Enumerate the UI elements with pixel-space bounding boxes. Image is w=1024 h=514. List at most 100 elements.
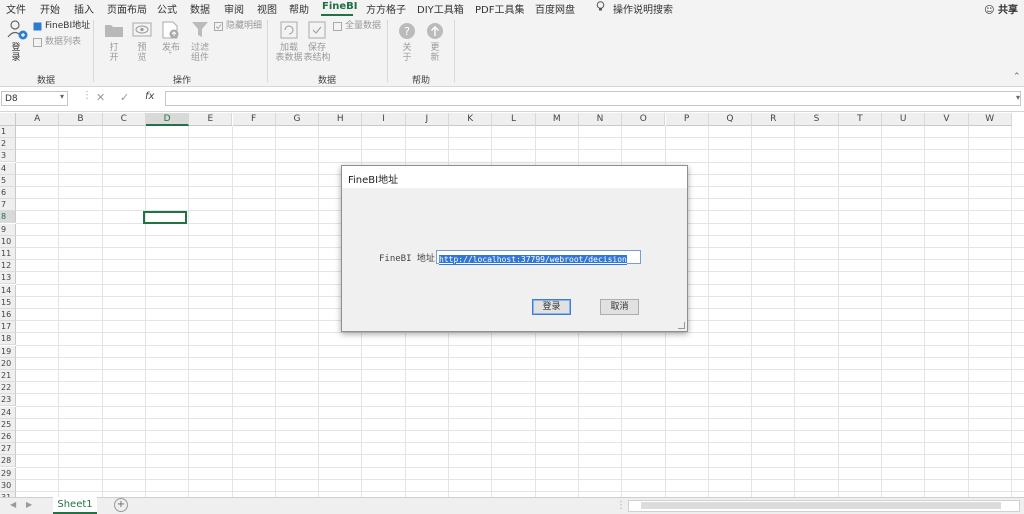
formula-input[interactable] — [165, 91, 1021, 106]
row-header[interactable]: 11 — [0, 248, 16, 260]
column-header[interactable]: Q — [708, 113, 753, 126]
sheet-tab-sheet1[interactable]: Sheet1 — [53, 497, 97, 514]
row-header[interactable]: 1 — [0, 126, 16, 138]
login-button[interactable]: 登 录 — [10, 43, 22, 63]
row-header[interactable]: 15 — [0, 296, 16, 309]
column-header[interactable]: G — [275, 113, 320, 126]
row-header[interactable]: 20 — [0, 357, 16, 370]
column-header[interactable]: S — [795, 113, 839, 126]
share-button[interactable]: ☺ 共享 — [984, 1, 1018, 16]
row-header[interactable]: 25 — [0, 418, 16, 431]
horizontal-scrollbar-thumb[interactable] — [641, 502, 1001, 509]
tab-baidu-netdisk[interactable]: 百度网盘 — [535, 1, 575, 16]
row-header[interactable]: 12 — [0, 260, 16, 273]
tab-diy-toolbox[interactable]: DIY工具箱 — [417, 1, 464, 16]
add-sheet-button[interactable]: + — [114, 498, 128, 512]
column-header[interactable]: U — [882, 113, 926, 126]
column-header[interactable]: D — [145, 113, 190, 126]
insert-function-button[interactable]: fx — [145, 91, 154, 102]
login-button[interactable]: 登录 — [532, 299, 571, 315]
row-header[interactable]: 3 — [0, 150, 16, 163]
row-header[interactable]: 16 — [0, 309, 16, 321]
row-header[interactable]: 22 — [0, 382, 16, 395]
column-header[interactable]: W — [968, 113, 1012, 126]
row-header[interactable]: 29 — [0, 467, 16, 480]
tab-fangfanggezi[interactable]: 方方格子 — [366, 1, 406, 16]
tab-pdf-tools[interactable]: PDF工具集 — [475, 1, 524, 16]
column-header[interactable]: T — [838, 113, 882, 126]
scroll-left-icon[interactable]: ◀ — [10, 500, 16, 509]
dialog-titlebar[interactable]: FineBI地址 — [342, 166, 687, 188]
row-header[interactable]: 17 — [0, 321, 16, 334]
tab-home[interactable]: 开始 — [40, 1, 60, 16]
tell-me-search[interactable]: 操作说明搜索 — [613, 1, 673, 16]
column-header[interactable]: E — [189, 113, 233, 126]
all-data-option[interactable]: 全量数据 — [345, 21, 381, 31]
row-header[interactable]: 5 — [0, 174, 16, 187]
row-header[interactable]: 4 — [0, 162, 16, 175]
row-header[interactable]: 2 — [0, 138, 16, 151]
publish-dropdown-icon[interactable]: ˇ — [168, 52, 173, 62]
row-header[interactable]: 26 — [0, 431, 16, 443]
tab-finebi[interactable]: FineBI — [322, 1, 358, 12]
row-header[interactable]: 19 — [0, 345, 16, 358]
update-button[interactable]: 更 新 — [429, 43, 441, 63]
tab-formulas[interactable]: 公式 — [157, 1, 177, 16]
row-header[interactable]: 10 — [0, 235, 16, 248]
horizontal-scrollbar[interactable] — [628, 500, 1020, 512]
active-cell-d8[interactable] — [143, 211, 187, 224]
row-header[interactable]: 8 — [0, 211, 16, 224]
column-header[interactable]: A — [16, 113, 60, 126]
login-user-icon[interactable] — [6, 19, 28, 44]
all-data-checkbox-icon[interactable] — [333, 21, 342, 34]
row-header[interactable]: 18 — [0, 333, 16, 346]
column-header[interactable]: J — [405, 113, 449, 126]
name-box[interactable]: D8 — [1, 91, 68, 106]
open-button[interactable]: 打 开 — [108, 43, 120, 63]
finebi-address-input[interactable]: http://localhost:37799/webroot/decision — [436, 250, 641, 265]
tab-help[interactable]: 帮助 — [289, 1, 309, 16]
scroll-right-icon[interactable]: ▶ — [26, 500, 32, 509]
column-header[interactable]: I — [362, 113, 406, 126]
tab-review[interactable]: 审阅 — [224, 1, 244, 16]
cancel-button[interactable]: 取消 — [600, 299, 639, 315]
row-header[interactable]: 23 — [0, 394, 16, 407]
column-header[interactable]: H — [319, 113, 363, 126]
column-header[interactable]: N — [578, 113, 623, 126]
tab-split-grip-icon[interactable]: ⋮ — [616, 500, 626, 511]
preview-button[interactable]: 预 览 — [136, 43, 148, 63]
name-box-dropdown-icon[interactable]: ▾ — [60, 92, 64, 101]
tab-file[interactable]: 文件 — [6, 1, 26, 16]
row-header[interactable]: 14 — [0, 284, 16, 297]
data-list-button[interactable]: 数据列表 — [45, 37, 81, 47]
row-header[interactable]: 13 — [0, 272, 16, 285]
select-all-corner[interactable] — [0, 113, 16, 126]
cancel-entry-icon[interactable]: ✕ — [96, 91, 105, 104]
row-header[interactable]: 21 — [0, 370, 16, 382]
about-button[interactable]: 关 于 — [401, 43, 413, 63]
hide-detail-checkbox-icon[interactable] — [214, 21, 223, 34]
column-header[interactable]: C — [102, 113, 146, 126]
load-table-data-button[interactable]: 加载 表数据 — [275, 43, 303, 63]
hide-detail-option[interactable]: 隐藏明细 — [226, 21, 262, 31]
tab-page-layout[interactable]: 页面布局 — [107, 1, 147, 16]
row-header[interactable]: 7 — [0, 199, 16, 212]
column-header[interactable]: V — [925, 113, 969, 126]
column-header[interactable]: R — [752, 113, 796, 126]
column-header[interactable]: O — [622, 113, 666, 126]
save-table-structure-button[interactable]: 保存 表结构 — [303, 43, 331, 63]
column-header[interactable]: B — [59, 113, 103, 126]
column-header[interactable]: L — [492, 113, 536, 126]
tab-insert[interactable]: 插入 — [74, 1, 94, 16]
row-header[interactable]: 6 — [0, 187, 16, 199]
column-header[interactable]: F — [232, 113, 276, 126]
column-header[interactable]: P — [665, 113, 709, 126]
row-header[interactable]: 9 — [0, 223, 16, 236]
resize-grip-icon[interactable] — [678, 322, 685, 329]
row-header[interactable]: 27 — [0, 443, 16, 456]
filter-component-button[interactable]: 过滤 组件 — [188, 43, 212, 63]
tab-data[interactable]: 数据 — [190, 1, 210, 16]
row-header[interactable]: 28 — [0, 455, 16, 468]
row-header[interactable]: 24 — [0, 406, 16, 419]
enter-check-icon[interactable]: ✓ — [120, 91, 129, 104]
